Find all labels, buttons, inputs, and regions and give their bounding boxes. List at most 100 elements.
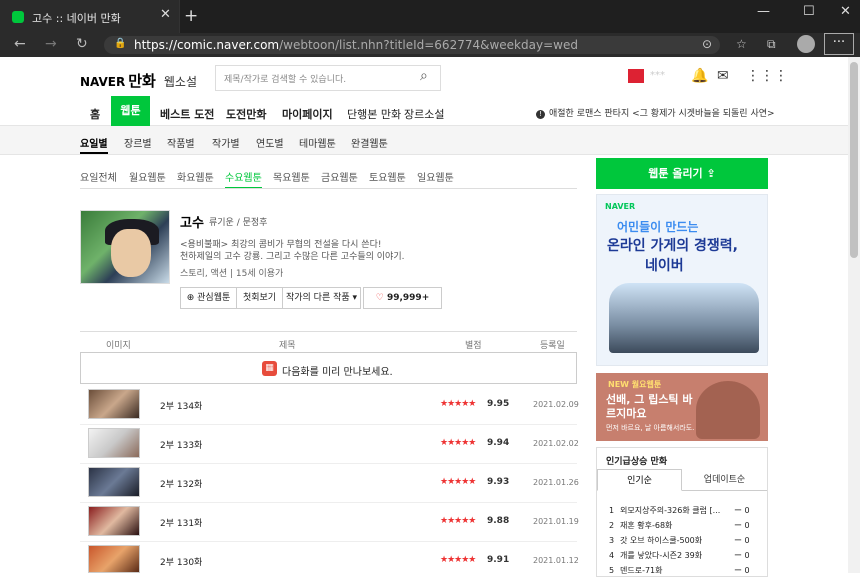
tab-title: 고수 :: 네이버 만화 bbox=[32, 12, 121, 25]
tab-close-icon[interactable]: ✕ bbox=[160, 7, 171, 22]
ad-image bbox=[609, 283, 759, 353]
favorites-icon[interactable]: ☆ bbox=[736, 37, 747, 51]
episode-title[interactable]: 2부 131화 bbox=[160, 516, 202, 529]
day-tab-fri[interactable]: 금요웹툰 bbox=[321, 169, 358, 184]
nav-best-challenge[interactable]: 베스트 도전 bbox=[160, 106, 214, 122]
ranking-item[interactable]: 3갓 오브 하이스쿨-500화 bbox=[609, 535, 702, 546]
subnav-work[interactable]: 작품별 bbox=[167, 135, 195, 150]
back-button[interactable]: ← bbox=[14, 36, 26, 52]
minimize-button[interactable]: — bbox=[757, 4, 770, 19]
star-rating: ★★★★★ bbox=[440, 516, 476, 526]
profile-avatar[interactable] bbox=[797, 35, 815, 53]
upload-webtoon-button[interactable]: 웹툰 올리기 ⇪ bbox=[596, 158, 768, 189]
nav-genre-novel[interactable]: 장르소설 bbox=[404, 106, 444, 122]
site-logo[interactable]: NAVER 만화 웹소설 bbox=[80, 70, 197, 91]
tracking-prevention-icon[interactable]: ⊙ bbox=[702, 37, 712, 51]
collections-icon[interactable]: ⧉ bbox=[767, 37, 776, 52]
first-episode-button[interactable]: 첫회보기 bbox=[236, 287, 283, 309]
nav-challenge[interactable]: 도전만화 bbox=[226, 106, 266, 122]
tab-updated[interactable]: 업데이트순 bbox=[682, 469, 767, 491]
ranking-item[interactable]: 5 덴드로-71화 bbox=[609, 565, 663, 576]
browser-tab[interactable]: 고수 :: 네이버 만화 ✕ bbox=[0, 0, 180, 33]
bell-icon[interactable]: 🔔 bbox=[691, 68, 708, 84]
preview-next-episode-banner[interactable]: ▦ 다음화를 미리 만나보세요. bbox=[80, 352, 577, 384]
forward-button[interactable]: → bbox=[45, 36, 57, 52]
nav-home[interactable]: 홈 bbox=[90, 106, 100, 122]
naver-ad-banner[interactable]: NAVER 어민들이 만드는 온라인 가게의 경쟁력, 네이버 bbox=[596, 194, 768, 366]
address-bar[interactable]: 🔒 https://comic.naver.com/webtoon/list.n… bbox=[104, 36, 720, 54]
lock-icon: 🔒 bbox=[114, 38, 127, 49]
star-rating: ★★★★★ bbox=[440, 555, 476, 565]
day-tab-tue[interactable]: 화요웹툰 bbox=[177, 169, 214, 184]
ranking-item[interactable]: 1 외모지상주의-326화 클럽 [... bbox=[609, 505, 720, 516]
tab-popular[interactable]: 인기순 bbox=[597, 469, 682, 491]
subnav-year[interactable]: 연도별 bbox=[256, 135, 284, 150]
episode-title[interactable]: 2부 132화 bbox=[160, 477, 202, 490]
webnovel-link[interactable]: 웹소설 bbox=[164, 75, 197, 89]
like-button[interactable]: ♡ 99,999+ bbox=[363, 287, 442, 309]
day-tab-sun[interactable]: 일요웹툰 bbox=[417, 169, 454, 184]
new-tab-button[interactable]: + bbox=[184, 6, 198, 26]
settings-more-button[interactable]: ··· bbox=[824, 33, 854, 55]
subnav-weekday[interactable]: 요일별 bbox=[80, 135, 108, 154]
close-window-button[interactable]: ✕ bbox=[840, 4, 851, 19]
url-text: https://comic.naver.com/webtoon/list.nhn… bbox=[134, 38, 578, 52]
episode-title[interactable]: 2부 133화 bbox=[160, 438, 202, 451]
comic-description-line2: 천하제일의 고수 강룡. 그리고 수많은 다른 고수들의 이야기. bbox=[180, 252, 405, 262]
col-title: 제목 bbox=[279, 341, 296, 351]
subnav-genre[interactable]: 장르별 bbox=[124, 135, 152, 150]
day-tab-mon[interactable]: 월요웹툰 bbox=[129, 169, 166, 184]
day-tab-sat[interactable]: 토요웹툰 bbox=[369, 169, 406, 184]
new-webtoon-ad-banner[interactable]: NEW 월요웹툰 선배, 그 립스틱 바르지마요 먼저 바르요, 날 아름해서라… bbox=[596, 373, 768, 441]
user-name[interactable]: *** bbox=[650, 70, 665, 81]
table-row[interactable]: 2부 130화 ★★★★★ 9.91 2021.01.12 bbox=[80, 543, 579, 573]
episode-thumbnail[interactable] bbox=[88, 428, 140, 458]
popular-ranking-box: 인기급상승 만화 인기순 업데이트순 1 외모지상주의-326화 클럽 [... … bbox=[596, 447, 768, 577]
rank-change: ー 0 bbox=[734, 536, 750, 545]
table-row[interactable]: 2부 131화 ★★★★★ 9.88 2021.01.19 bbox=[80, 504, 579, 542]
table-row[interactable]: 2부 134화 ★★★★★ 9.95 2021.02.09 bbox=[80, 387, 579, 425]
episode-title[interactable]: 2부 134화 bbox=[160, 399, 202, 412]
table-row[interactable]: 2부 132화 ★★★★★ 9.93 2021.01.26 bbox=[80, 465, 579, 503]
subnav-theme[interactable]: 테마웹툰 bbox=[299, 135, 336, 150]
mail-icon[interactable]: ✉ bbox=[717, 68, 729, 84]
search-input[interactable]: 제목/작가로 검색할 수 있습니다. ⌕ bbox=[215, 65, 441, 91]
notice-banner[interactable]: ! 애절한 로맨스 판타지 <그 황제가 시겟바늘을 되돌린 사연> bbox=[536, 106, 775, 119]
col-rating: 별점 bbox=[465, 341, 482, 351]
nav-mypage[interactable]: 마이페이지 bbox=[282, 106, 333, 122]
rank-change: ー 0 bbox=[734, 521, 750, 530]
episode-date: 2021.02.02 bbox=[533, 439, 579, 448]
apps-grid-icon[interactable]: ⋮⋮⋮ bbox=[746, 68, 788, 84]
subnav-completed[interactable]: 완결웹툰 bbox=[351, 135, 388, 150]
reload-button[interactable]: ↻ bbox=[76, 36, 88, 52]
scrollbar-thumb[interactable] bbox=[850, 62, 858, 258]
table-row[interactable]: 2부 133화 ★★★★★ 9.94 2021.02.02 bbox=[80, 426, 579, 464]
day-tab-thu[interactable]: 목요웹툰 bbox=[273, 169, 310, 184]
day-tab-wed[interactable]: 수요웹툰 bbox=[225, 169, 262, 189]
episode-thumbnail[interactable] bbox=[88, 506, 140, 536]
search-icon[interactable]: ⌕ bbox=[420, 68, 428, 84]
episode-thumbnail[interactable] bbox=[88, 545, 140, 573]
episode-thumbnail[interactable] bbox=[88, 467, 140, 497]
ad-tag: NEW 월요웹툰 bbox=[608, 380, 662, 389]
maximize-button[interactable]: ☐ bbox=[803, 4, 815, 19]
ranking-item[interactable]: 4 개를 낳았다-시즌2 39화 bbox=[609, 550, 702, 561]
rating-score: 9.88 bbox=[487, 516, 510, 526]
user-avatar[interactable] bbox=[628, 69, 644, 83]
ad-illustration bbox=[696, 381, 760, 439]
episode-thumbnail[interactable] bbox=[88, 389, 140, 419]
day-tab-all[interactable]: 요일전체 bbox=[80, 169, 117, 184]
episode-title[interactable]: 2부 130화 bbox=[160, 555, 202, 568]
ad-line3: 네이버 bbox=[645, 258, 684, 274]
author-other-works-button[interactable]: 작가의 다른 작품 ▾ bbox=[282, 287, 361, 309]
favorite-button[interactable]: ⊕ 관심웹툰 bbox=[180, 287, 237, 309]
subnav-author[interactable]: 작가별 bbox=[212, 135, 240, 150]
ad-subtitle: 먼저 바르요, 날 아름해서라도. bbox=[606, 424, 695, 432]
nav-volumes[interactable]: 단행본 만화 bbox=[347, 106, 401, 122]
nav-webtoon[interactable]: 웹툰 bbox=[111, 96, 150, 126]
comic-thumbnail bbox=[80, 210, 170, 284]
ranking-item[interactable]: 2 재혼 황후-68화 bbox=[609, 520, 672, 531]
comic-author: 류기운 / 문정후 bbox=[209, 218, 268, 228]
episode-date: 2021.01.26 bbox=[533, 478, 579, 487]
episode-date: 2021.01.12 bbox=[533, 556, 579, 565]
